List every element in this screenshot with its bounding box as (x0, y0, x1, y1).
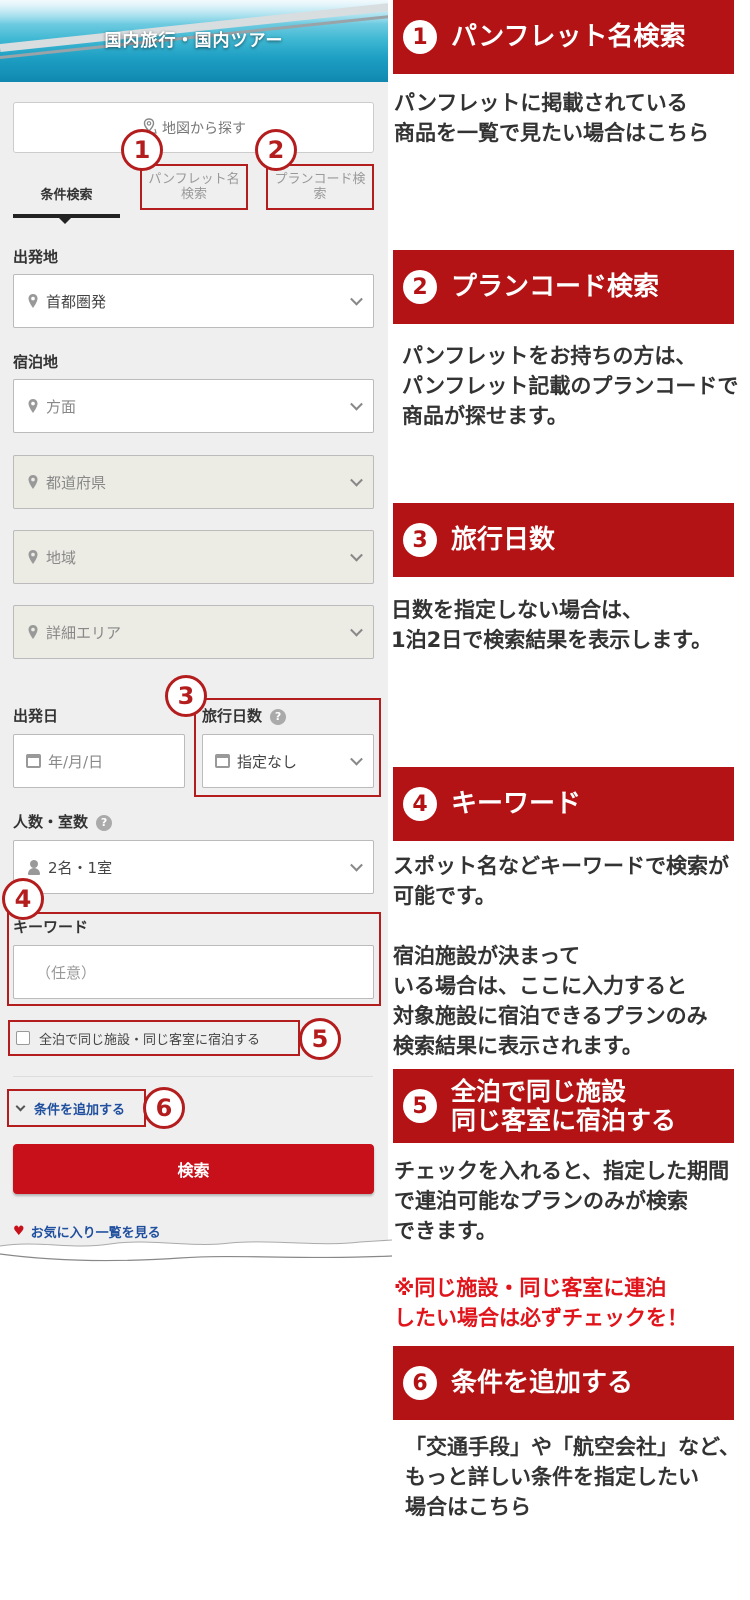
annotation-2-banner: 2 プランコード検索 (393, 250, 734, 324)
search-button[interactable]: 検索 (13, 1144, 374, 1194)
stay-area-select[interactable]: 方面 (13, 379, 374, 433)
location-pin-icon (28, 625, 38, 639)
add-conditions-button[interactable]: 条件を追加する (7, 1089, 146, 1127)
tab-plan-code-search[interactable]: プランコード検 索 (266, 164, 374, 210)
departure-date-label: 出発日 (13, 707, 59, 725)
annotation-5-title: 全泊で同じ施設 同じ客室に宿泊する (451, 1077, 677, 1135)
chevron-down-icon (350, 397, 363, 411)
add-conditions-label: 条件を追加する (34, 1102, 126, 1118)
checkbox[interactable] (16, 1031, 30, 1045)
prefecture-value: 都道府県 (46, 473, 107, 492)
people-rooms-value: 2名・1室 (48, 858, 113, 877)
location-pin-icon (28, 294, 38, 308)
annotation-1-description: パンフレットに掲載されている 商品を一覧で見たい場合はこちら (394, 91, 709, 145)
annotation-3-number: 3 (403, 523, 437, 557)
chevron-down-icon (350, 548, 363, 562)
annotation-6-title: 条件を追加する (451, 1368, 634, 1398)
same-room-checkbox-row[interactable]: 全泊で同じ施設・同じ客室に宿泊する (8, 1020, 300, 1056)
annotation-1-title: パンフレット名検索 (451, 22, 686, 52)
marker-5: 5 (299, 1018, 341, 1060)
location-pin-icon (28, 550, 38, 564)
help-icon[interactable]: ? (96, 814, 113, 831)
calendar-icon (26, 754, 41, 768)
annotation-5-note: ※同じ施設・同じ客室に連泊 したい場合は必ずチェックを！ (394, 1276, 688, 1330)
departure-date-input[interactable]: 年/月/日 (13, 734, 185, 788)
chevron-down-icon (350, 623, 363, 637)
region-select[interactable]: 地域 (13, 530, 374, 584)
region-value: 地域 (46, 548, 77, 567)
phone-screen: 国内旅行・国内ツアー 地図から探す 条件検索 パンフレット名 検索 プランコード… (0, 0, 388, 1262)
annotation-1-number: 1 (403, 20, 437, 54)
same-room-checkbox-label: 全泊で同じ施設・同じ客室に宿泊する (39, 1032, 261, 1048)
chevron-down-icon (350, 473, 363, 487)
person-icon (28, 859, 40, 875)
annotation-2-number: 2 (403, 270, 437, 304)
chevron-down-icon (15, 1101, 26, 1111)
annotation-2-title: プランコード検索 (451, 272, 660, 302)
annotation-6-banner: 6 条件を追加する (393, 1346, 734, 1420)
annotation-5-number: 5 (403, 1089, 437, 1123)
hero-banner: 国内旅行・国内ツアー (0, 0, 388, 82)
marker-4: 4 (2, 878, 44, 920)
annotation-2-description: パンフレットをお持ちの方は、 パンフレット記載のプランコードで 商品が探せます。 (402, 344, 739, 428)
chevron-down-icon (350, 858, 363, 872)
calendar-icon (215, 754, 230, 768)
tab-pamphlet-name-search[interactable]: パンフレット名 検索 (140, 164, 248, 210)
prefecture-select[interactable]: 都道府県 (13, 455, 374, 509)
hero-title: 国内旅行・国内ツアー (104, 31, 284, 51)
detail-area-select[interactable]: 詳細エリア (13, 605, 374, 659)
people-rooms-select[interactable]: 2名・1室 (13, 840, 374, 894)
marker-1: 1 (121, 129, 163, 171)
departure-value: 首都圏発 (46, 292, 107, 311)
marker-3: 3 (165, 675, 207, 717)
annotation-3-description: 日数を指定しない場合は、 1泊2日で検索結果を表示します。 (391, 598, 713, 652)
annotation-4-title: キーワード (451, 789, 582, 819)
trip-days-label-text: 旅行日数 (202, 707, 263, 725)
trip-days-label: 旅行日数? (202, 705, 287, 726)
annotation-5-description: チェックを入れると、指定した期間 で連泊可能なプランのみが検索 できます。 (394, 1159, 730, 1243)
annotation-4-number: 4 (403, 787, 437, 821)
stay-area-value: 方面 (46, 397, 77, 416)
keyword-input[interactable]: （任意） (13, 945, 374, 999)
trip-days-select[interactable]: 指定なし (202, 734, 374, 788)
marker-2: 2 (255, 129, 297, 171)
annotation-4-banner: 4 キーワード (393, 767, 734, 841)
annotation-6-description: 「交通手段」や「航空会社」など、 もっと詳しい条件を指定したい 場合はこちら (405, 1435, 740, 1519)
trip-days-value: 指定なし (237, 752, 298, 771)
help-icon[interactable]: ? (270, 708, 287, 725)
tab-condition-search[interactable]: 条件検索 (13, 184, 120, 203)
people-rooms-label: 人数・室数? (13, 811, 113, 832)
active-tab-caret (58, 217, 72, 224)
annotation-3-title: 旅行日数 (451, 525, 556, 555)
torn-edge (0, 1239, 392, 1276)
annotation-6-number: 6 (403, 1366, 437, 1400)
map-search-button[interactable]: 地図から探す (13, 102, 374, 153)
location-pin-icon (28, 399, 38, 413)
departure-date-placeholder: 年/月/日 (48, 752, 104, 771)
marker-6: 6 (143, 1087, 185, 1129)
annotation-5-banner: 5 全泊で同じ施設 同じ客室に宿泊する (393, 1069, 734, 1143)
annotation-3-banner: 3 旅行日数 (393, 503, 734, 577)
divider (13, 1076, 373, 1077)
annotation-1-banner: 1 パンフレット名検索 (393, 0, 734, 74)
stay-label: 宿泊地 (13, 353, 59, 371)
departure-select[interactable]: 首都圏発 (13, 274, 374, 328)
departure-label: 出発地 (13, 248, 59, 266)
annotation-4-description: スポット名などキーワードで検索が 可能です。 宿泊施設が決まって いる場合は、こ… (393, 854, 729, 1058)
detail-area-value: 詳細エリア (46, 623, 122, 642)
map-search-label: 地図から探す (162, 120, 246, 137)
location-pin-icon (28, 475, 38, 489)
chevron-down-icon (350, 292, 363, 306)
chevron-down-icon (350, 752, 363, 766)
people-rooms-label-text: 人数・室数 (13, 813, 89, 831)
